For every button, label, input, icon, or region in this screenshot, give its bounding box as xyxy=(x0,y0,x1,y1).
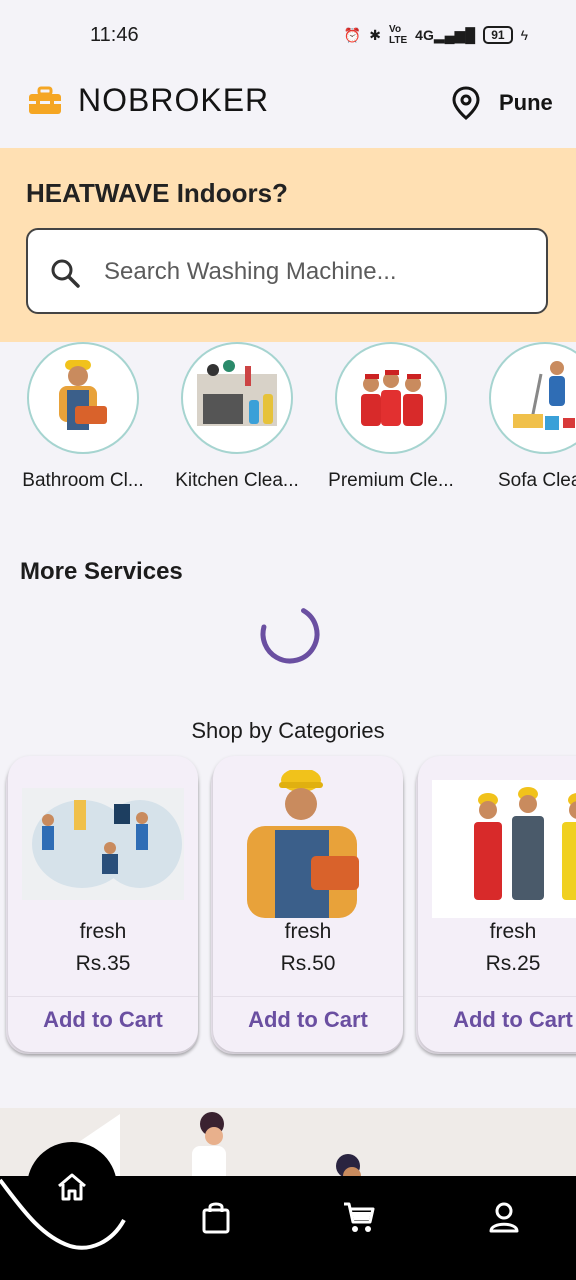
bluetooth-icon: ✱ xyxy=(369,26,382,43)
category-premium-cleaning[interactable]: Premium Cle... xyxy=(316,342,466,492)
product-price: Rs.35 xyxy=(75,952,131,975)
signal-icon: 4G▂▄▆█ xyxy=(415,26,476,43)
cart-icon[interactable] xyxy=(342,1200,376,1234)
alarm-icon: ⏰ xyxy=(343,26,362,43)
search-input[interactable]: Search Washing Machine... xyxy=(26,228,548,314)
add-to-cart-button[interactable]: Add to Cart xyxy=(213,996,403,1043)
category-label: Sofa Clean xyxy=(497,470,576,491)
loading-spinner-icon xyxy=(260,604,320,664)
product-name: fresh xyxy=(284,920,332,943)
app-bar: NOBROKER Pune xyxy=(0,68,576,148)
location-label[interactable]: Pune xyxy=(499,90,553,116)
product-image xyxy=(22,788,184,900)
home-tab[interactable] xyxy=(27,1142,117,1232)
add-to-cart-button[interactable]: Add to Cart xyxy=(418,996,576,1043)
status-bar: 11:46 ⏰ ✱ Vo LTE 4G▂▄▆█ 91 ϟ xyxy=(0,0,576,68)
app-title: NOBROKER xyxy=(78,82,270,118)
category-bathroom-cleaning[interactable]: Bathroom Cl... xyxy=(8,342,158,492)
more-services-title: More Services xyxy=(20,558,183,585)
product-image xyxy=(432,780,576,918)
home-icon xyxy=(58,1173,86,1201)
volte-icon: Vo LTE xyxy=(389,24,408,46)
status-icons: ⏰ ✱ Vo LTE 4G▂▄▆█ 91 ϟ xyxy=(344,24,528,46)
category-label: Kitchen Clea... xyxy=(175,470,299,491)
profile-icon[interactable] xyxy=(487,1200,521,1234)
product-card[interactable]: fresh Rs.50 Add to Cart xyxy=(213,756,403,1052)
product-price: Rs.25 xyxy=(485,952,541,975)
category-sofa-cleaning[interactable]: Sofa Clean xyxy=(470,342,576,492)
status-time: 11:46 xyxy=(90,24,139,46)
category-image xyxy=(27,342,139,454)
toolbox-icon xyxy=(29,86,61,114)
search-icon xyxy=(51,259,80,288)
add-to-cart-button[interactable]: Add to Cart xyxy=(8,996,198,1043)
product-image xyxy=(247,770,359,918)
service-category-row[interactable]: Bathroom Cl... Kitchen Clea... Premium C… xyxy=(0,342,576,512)
product-carousel[interactable]: fresh Rs.35 Add to Cart fresh Rs.50 Add … xyxy=(0,752,576,1062)
category-image xyxy=(335,342,447,454)
shop-by-categories-title: Shop by Categories xyxy=(191,718,385,743)
product-name: fresh xyxy=(79,920,127,943)
category-image xyxy=(489,342,576,454)
search-placeholder: Search Washing Machine... xyxy=(104,258,397,285)
category-label: Premium Cle... xyxy=(328,470,454,491)
hero-title: HEATWAVE Indoors? xyxy=(26,178,288,208)
hero-banner: HEATWAVE Indoors? Search Washing Machine… xyxy=(0,148,576,342)
charging-icon: ϟ xyxy=(520,27,528,43)
location-pin-icon[interactable] xyxy=(452,86,480,120)
product-card[interactable]: fresh Rs.35 Add to Cart xyxy=(8,756,198,1052)
category-label: Bathroom Cl... xyxy=(22,470,144,491)
bag-icon[interactable] xyxy=(199,1200,233,1234)
category-kitchen-cleaning[interactable]: Kitchen Clea... xyxy=(162,342,312,492)
battery-icon: 91 xyxy=(483,26,513,44)
category-image xyxy=(181,342,293,454)
product-name: fresh xyxy=(489,920,537,943)
product-card[interactable]: fresh Rs.25 Add to Cart xyxy=(418,756,576,1052)
product-price: Rs.50 xyxy=(280,952,336,975)
